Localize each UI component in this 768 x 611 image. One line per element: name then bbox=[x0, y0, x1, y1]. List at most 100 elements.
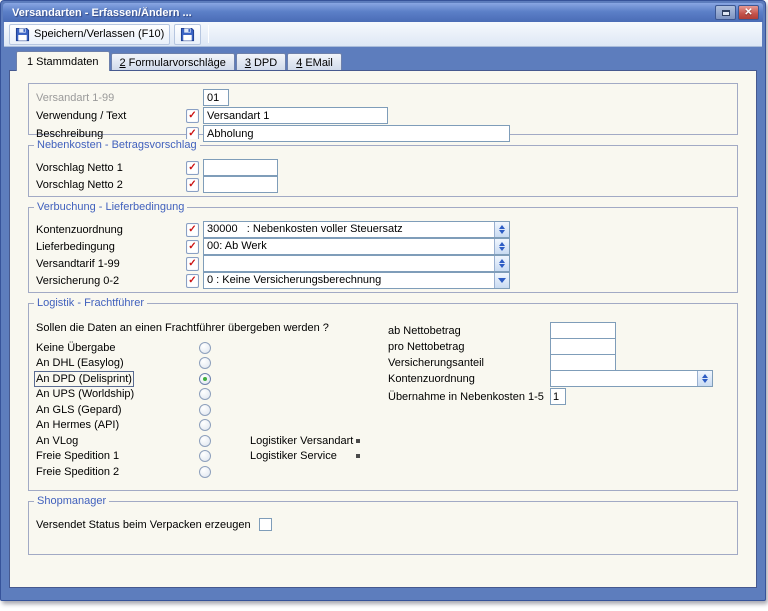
versandart-input[interactable]: 01 bbox=[203, 89, 229, 106]
tab-dpd[interactable]: 3 DPD bbox=[236, 53, 286, 71]
radio-option-text: Keine Übergabe bbox=[36, 342, 116, 354]
radio-row: An DHL (Easylog) bbox=[36, 355, 211, 370]
radio-option-label: Keine Übergabe bbox=[36, 342, 199, 354]
save-button[interactable] bbox=[174, 24, 201, 45]
field-row: Versandtarif 1-99 ✓ bbox=[29, 255, 737, 272]
versicherung-label: Versicherung 0-2 bbox=[36, 275, 186, 287]
radio-option-text: Freie Spedition 1 bbox=[36, 450, 119, 462]
radio-button-spedition1[interactable] bbox=[199, 450, 211, 462]
toolbar: Speichern/Verlassen (F10) bbox=[4, 22, 762, 47]
radio-option-label: An Hermes (API) bbox=[36, 419, 199, 431]
logistik-kontenzuordnung-combo[interactable] bbox=[550, 370, 713, 387]
radio-option-label: Freie Spedition 2 bbox=[36, 466, 199, 478]
pro-nettobetrag-input[interactable] bbox=[550, 338, 616, 355]
versicherungsanteil-input[interactable] bbox=[550, 354, 616, 371]
radio-option-text: An DHL (Easylog) bbox=[36, 357, 124, 369]
radio-button-dpd[interactable] bbox=[199, 373, 211, 385]
sort-arrows-icon bbox=[499, 225, 505, 229]
versandtarif-combo[interactable] bbox=[203, 255, 510, 272]
radio-row: An DPD (Delisprint) bbox=[36, 371, 211, 386]
edit-check-icon[interactable]: ✓ bbox=[186, 257, 199, 271]
save-exit-label: Speichern/Verlassen (F10) bbox=[34, 28, 164, 40]
radio-button-spedition2[interactable] bbox=[199, 466, 211, 478]
beschreibung-label: Beschreibung bbox=[36, 128, 186, 140]
radio-option-text: An UPS (Worldship) bbox=[36, 388, 134, 400]
close-button[interactable]: ✕ bbox=[738, 5, 759, 20]
lookup-button[interactable] bbox=[494, 239, 509, 254]
tab-formularvorschlaege[interactable]: 2 Formularvorschläge bbox=[111, 53, 235, 71]
floppy-disk-icon bbox=[15, 27, 30, 42]
lookup-button[interactable] bbox=[697, 371, 712, 386]
vorschlag-netto2-input[interactable] bbox=[203, 176, 278, 193]
edit-check-icon[interactable]: ✓ bbox=[186, 178, 199, 192]
versendet-status-checkbox[interactable] bbox=[259, 518, 272, 531]
verwendung-input[interactable]: Versandart 1 bbox=[203, 107, 388, 124]
sort-arrows-icon bbox=[499, 247, 505, 251]
field-row: Versicherungsanteil bbox=[388, 354, 616, 371]
field-row: Versandart 1-99 01 bbox=[29, 89, 737, 106]
combo-value bbox=[204, 256, 494, 271]
radio-row: An Hermes (API) bbox=[36, 417, 211, 432]
uebernahme-input[interactable]: 1 bbox=[550, 388, 566, 405]
radio-button-hermes[interactable] bbox=[199, 419, 211, 431]
radio-row: Freie Spedition 2 bbox=[36, 464, 211, 479]
tab-number: 1 bbox=[27, 56, 33, 68]
radio-button-ups[interactable] bbox=[199, 388, 211, 400]
radio-button-vlog[interactable] bbox=[199, 435, 211, 447]
group-legend: Nebenkosten - Betragsvorschlag bbox=[34, 139, 200, 152]
sort-arrows-icon bbox=[499, 230, 505, 234]
radio-row: An GLS (Gepard) bbox=[36, 402, 211, 417]
edit-check-icon[interactable]: ✓ bbox=[186, 223, 199, 237]
title-bar[interactable]: Versandarten - Erfassen/Ändern ... ✕ bbox=[3, 3, 763, 22]
toolbar-separator bbox=[208, 25, 209, 43]
lieferbedingung-combo[interactable]: 00: Ab Werk bbox=[203, 238, 510, 255]
edit-check-icon[interactable]: ✓ bbox=[186, 109, 199, 123]
group-legend: Shopmanager bbox=[34, 495, 109, 508]
lookup-button[interactable] bbox=[494, 222, 509, 237]
group-nebenkosten: Nebenkosten - Betragsvorschlag Vorschlag… bbox=[28, 145, 738, 197]
close-icon: ✕ bbox=[744, 8, 752, 18]
floppy-disk-icon bbox=[180, 27, 195, 42]
combo-value bbox=[551, 371, 697, 386]
field-row: Vorschlag Netto 2 ✓ bbox=[29, 176, 737, 193]
radio-button-keine-uebergabe[interactable] bbox=[199, 342, 211, 354]
kontenzuordnung-combo[interactable]: 30000 : Nebenkosten voller Steuersatz bbox=[203, 221, 510, 238]
tab-label: DPD bbox=[254, 57, 277, 69]
logistiker-versandart-label: Logistiker Versandart bbox=[250, 435, 353, 447]
versandtarif-label: Versandtarif 1-99 bbox=[36, 258, 186, 270]
radio-option-label: An DHL (Easylog) bbox=[36, 357, 199, 369]
field-row: pro Nettobetrag bbox=[388, 338, 616, 355]
edit-check-icon[interactable]: ✓ bbox=[186, 240, 199, 254]
lookup-button[interactable] bbox=[494, 256, 509, 271]
beschreibung-input[interactable]: Abholung bbox=[203, 125, 510, 142]
radio-row: Keine Übergabe bbox=[36, 340, 211, 355]
vorschlag-netto1-input[interactable] bbox=[203, 159, 278, 176]
group-stammdaten: Versandart 1-99 01 Verwendung / Text ✓ V… bbox=[28, 83, 738, 135]
restore-button[interactable] bbox=[715, 5, 736, 20]
dropdown-button[interactable] bbox=[494, 273, 509, 288]
ab-nettobetrag-input[interactable] bbox=[550, 322, 616, 339]
field-row: Verwendung / Text ✓ Versandart 1 bbox=[29, 107, 737, 124]
field-row: Übernahme in Nebenkosten 1-5 1 bbox=[388, 388, 566, 405]
uebernahme-label: Übernahme in Nebenkosten 1-5 bbox=[388, 391, 550, 403]
window-title: Versandarten - Erfassen/Ändern ... bbox=[12, 7, 713, 19]
versicherungsanteil-label: Versicherungsanteil bbox=[388, 357, 550, 369]
versicherung-dropdown[interactable]: 0 : Keine Versicherungsberechnung bbox=[203, 272, 510, 289]
value-indicator-square bbox=[356, 439, 360, 443]
edit-check-icon[interactable]: ✓ bbox=[186, 274, 199, 288]
logistik-kontenzuordnung-label: Kontenzuordnung bbox=[388, 373, 550, 385]
radio-row: An VLog bbox=[36, 433, 211, 448]
vorschlag-netto1-label: Vorschlag Netto 1 bbox=[36, 162, 186, 174]
edit-check-icon[interactable]: ✓ bbox=[186, 161, 199, 175]
tab-stammdaten[interactable]: 1 Stammdaten bbox=[16, 51, 110, 71]
tab-strip: 1 Stammdaten 2 Formularvorschläge 3 DPD … bbox=[16, 51, 343, 71]
tab-email[interactable]: 4 EMail bbox=[287, 53, 342, 71]
save-exit-button[interactable]: Speichern/Verlassen (F10) bbox=[9, 24, 170, 45]
tab-page-stammdaten: Versandart 1-99 01 Verwendung / Text ✓ V… bbox=[9, 70, 757, 588]
radio-button-dhl[interactable] bbox=[199, 357, 211, 369]
kontenzuordnung-label: Kontenzuordnung bbox=[36, 224, 186, 236]
tab-label: EMail bbox=[305, 57, 333, 69]
group-logistik: Logistik - Frachtführer Sollen die Daten… bbox=[28, 303, 738, 491]
radio-button-gls[interactable] bbox=[199, 404, 211, 416]
ab-nettobetrag-label: ab Nettobetrag bbox=[388, 325, 550, 337]
